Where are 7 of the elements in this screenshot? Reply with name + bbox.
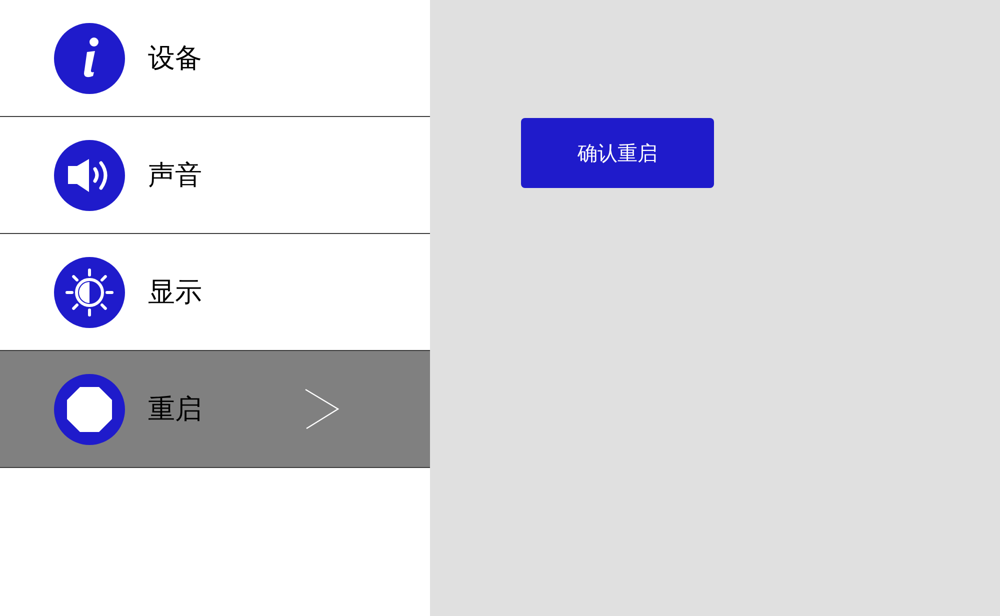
- chevron-right-icon: [305, 389, 339, 429]
- stop-icon: [54, 374, 125, 444]
- confirm-restart-button[interactable]: 确认重启: [521, 118, 714, 188]
- info-icon: [54, 22, 125, 94]
- menu-item[interactable]: 重启: [0, 351, 430, 468]
- brightness-icon: [54, 256, 125, 328]
- speaker-icon: [54, 140, 125, 210]
